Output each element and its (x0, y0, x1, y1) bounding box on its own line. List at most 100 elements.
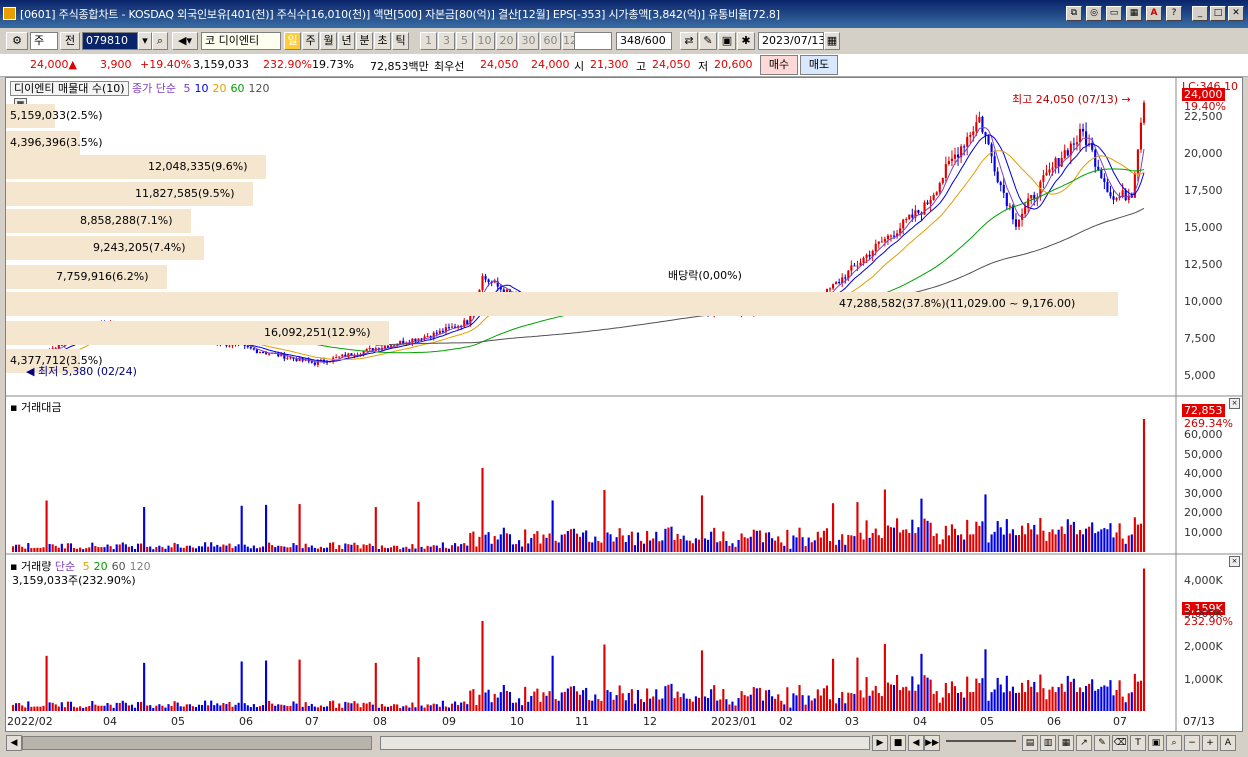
volume-bar (1088, 683, 1091, 711)
eraser-icon[interactable]: ⌫ (1112, 735, 1128, 751)
scroll-thumb[interactable] (380, 736, 870, 750)
code-input[interactable]: 079810 (82, 32, 138, 50)
x-axis-label: 05 (171, 715, 185, 728)
candle-body (286, 357, 289, 359)
stop-icon[interactable]: ■ (890, 735, 906, 751)
interval-button[interactable]: 10 (474, 32, 495, 50)
volume-bar (810, 700, 813, 711)
play-back-icon[interactable]: ◀ (908, 735, 924, 751)
candle-body (313, 362, 316, 365)
volume-bar (1051, 686, 1054, 711)
interval-button[interactable]: 5 (456, 32, 473, 50)
volume-bar (335, 707, 338, 711)
volume-bar (963, 697, 966, 711)
close-button[interactable]: ✕ (1228, 6, 1244, 21)
period-button[interactable]: 초 (374, 32, 391, 50)
interval-button[interactable]: 20 (496, 32, 517, 50)
amount-bar (682, 535, 685, 552)
volume-bar (60, 702, 63, 711)
fast-forward-icon[interactable]: ▶▶ (924, 735, 940, 751)
period-button[interactable]: 월 (320, 32, 337, 50)
interval-button[interactable]: 60 (540, 32, 561, 50)
amount-bar (329, 542, 332, 552)
count-field[interactable]: 348/600 (616, 32, 672, 50)
candle-body (338, 356, 341, 358)
candle-body (1109, 192, 1112, 197)
text-tool-icon[interactable]: T (1130, 735, 1146, 751)
save-icon[interactable]: ▣ (718, 32, 736, 50)
scroll-right-icon[interactable]: ▶ (872, 735, 888, 751)
window-icon[interactable]: ▭ (1106, 6, 1122, 21)
volume-bar (575, 691, 579, 711)
help-icon[interactable]: ? (1166, 6, 1182, 21)
split-icon[interactable]: ▥ (1040, 735, 1056, 751)
minimize-button[interactable]: _ (1192, 6, 1208, 21)
candle-body (883, 239, 886, 242)
interval-custom-input[interactable] (574, 32, 612, 50)
date-input[interactable]: 2023/07/13 (758, 32, 824, 50)
prev-button[interactable]: 전 (60, 32, 80, 50)
zoom-in-icon[interactable]: + (1202, 735, 1218, 751)
market-select[interactable]: 주 (30, 32, 58, 50)
layout-icon[interactable]: ▤ (1022, 735, 1038, 751)
maximize-button[interactable]: □ (1210, 6, 1226, 21)
draw-tool-icon[interactable]: ✎ (1094, 735, 1110, 751)
candle-body (865, 254, 868, 258)
tool-icon[interactable]: ✎ (699, 32, 717, 50)
zoom-icon[interactable]: ⌕ (1166, 735, 1182, 751)
scroll-track[interactable] (22, 736, 372, 750)
amount-bar (941, 539, 944, 552)
speaker-icon[interactable]: ◀▾ (172, 32, 198, 50)
volume-bar (548, 691, 551, 711)
chart-area[interactable]: 디이엔티 매물대 수(10) 종가 단순 5102060120 ▦ 5,159,… (5, 77, 1243, 732)
amount-bar (1133, 517, 1136, 552)
zoom-out-icon[interactable]: − (1184, 735, 1200, 751)
search-icon[interactable]: ⌕ (152, 32, 168, 50)
amount-bar (554, 540, 557, 552)
link-icon[interactable]: ⧉ (1066, 6, 1082, 21)
group-icon[interactable]: ◎ (1086, 6, 1102, 21)
amount-close-icon[interactable]: × (1229, 398, 1240, 409)
calendar-icon[interactable]: ▦ (824, 32, 840, 50)
grid-icon[interactable]: ▦ (1126, 6, 1142, 21)
candle-body (984, 132, 987, 136)
stock-name-field[interactable]: 코 디이엔티 (201, 32, 281, 50)
capture-icon[interactable]: ▣ (1148, 735, 1164, 751)
period-button[interactable]: 일 (284, 32, 301, 50)
amount-bar (920, 498, 923, 552)
period-button[interactable]: 분 (356, 32, 373, 50)
volume-bar (182, 706, 185, 711)
buy-button[interactable]: 매수 (760, 55, 798, 75)
volume-bar (210, 700, 213, 711)
font-size-icon[interactable]: A (1220, 735, 1236, 751)
zoom-slider[interactable] (946, 740, 1016, 742)
cross-icon[interactable]: ⇄ (680, 32, 698, 50)
period-button[interactable]: 틱 (392, 32, 409, 50)
scroll-left-icon[interactable]: ◀ (6, 735, 22, 751)
font-icon[interactable]: A (1146, 6, 1162, 21)
amount-tick: 60,000 (1184, 428, 1223, 441)
panel-icon[interactable]: ▦ (1058, 735, 1074, 751)
volume-bar (274, 705, 277, 711)
amount-bar (393, 545, 396, 552)
amount-bar (810, 542, 813, 552)
interval-button[interactable]: 30 (518, 32, 539, 50)
line-tool-icon[interactable]: ↗ (1076, 735, 1092, 751)
settings-icon[interactable]: ⚙ (6, 32, 28, 50)
sell-button[interactable]: 매도 (800, 55, 838, 75)
interval-button[interactable]: 3 (438, 32, 455, 50)
amount-bar (435, 545, 438, 552)
gear-icon[interactable]: ✱ (737, 32, 755, 50)
x-axis-label: 03 (845, 715, 859, 728)
volume-bar (679, 697, 682, 711)
period-button[interactable]: 년 (338, 32, 355, 50)
volume-bar (777, 694, 780, 711)
amount-bar (179, 547, 182, 552)
price-legend-name[interactable]: 디이엔티 매물대 수(10) (10, 81, 129, 96)
period-button[interactable]: 주 (302, 32, 319, 50)
dropdown-icon[interactable]: ▾ (138, 32, 152, 50)
amount-bar (542, 534, 545, 552)
volume-close-icon[interactable]: × (1229, 556, 1240, 567)
interval-button[interactable]: 1 (420, 32, 437, 50)
volume-bar (146, 705, 149, 711)
